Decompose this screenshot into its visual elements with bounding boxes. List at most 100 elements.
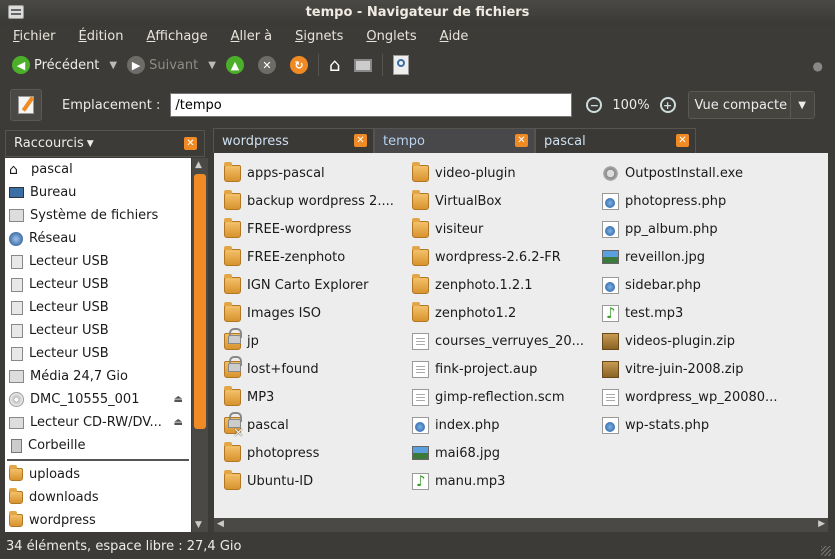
sidebar-item-cd[interactable]: DMC_10555_001 ⏏ xyxy=(5,388,191,411)
sidebar-item-media[interactable]: Média 24,7 Gio xyxy=(5,365,191,388)
zoom-level[interactable]: 100% xyxy=(612,98,649,113)
file-item[interactable]: apps-pascal xyxy=(224,161,325,185)
sidebar-item-cdrom[interactable]: Lecteur CD-RW/DV... ⏏ xyxy=(5,411,191,434)
menu-signets[interactable]: Signets xyxy=(295,29,343,44)
sidebar-item-desktop[interactable]: Bureau xyxy=(5,181,191,204)
sidebar-item-usb[interactable]: Lecteur USB xyxy=(5,250,191,273)
file-item[interactable]: photopress xyxy=(224,441,319,465)
menu-aide[interactable]: Aide xyxy=(440,29,469,44)
scroll-up-icon[interactable]: ▲ xyxy=(195,160,202,170)
sidebar-item-home[interactable]: ⌂ pascal xyxy=(5,158,191,181)
close-sidebar-icon[interactable]: ✕ xyxy=(184,137,197,150)
zoom-out-icon[interactable]: − xyxy=(586,97,603,113)
sidebar-item-usb[interactable]: Lecteur USB xyxy=(5,273,191,296)
tab-wordpress[interactable]: wordpress ✕ xyxy=(213,128,374,153)
file-item[interactable]: visiteur xyxy=(412,217,483,241)
file-item[interactable]: videos-plugin.zip xyxy=(602,329,735,353)
horizontal-scrollbar[interactable]: ◀ ▶ xyxy=(214,518,828,532)
menu-onglets[interactable]: Onglets xyxy=(366,29,416,44)
file-item[interactable]: FREE-zenphoto xyxy=(224,245,345,269)
sidebar-bookmark-downloads[interactable]: downloads xyxy=(5,486,191,509)
folder-icon xyxy=(412,301,429,322)
file-item[interactable]: Images ISO xyxy=(224,301,321,325)
location-input[interactable] xyxy=(170,93,573,117)
eject-icon[interactable]: ⏏ xyxy=(174,417,183,428)
file-item[interactable]: vitre-juin-2008.zip xyxy=(602,357,743,381)
file-item[interactable]: IGN Carto Explorer xyxy=(224,273,368,297)
file-item[interactable]: sidebar.php xyxy=(602,273,701,297)
sidebar-item-usb[interactable]: Lecteur USB xyxy=(5,319,191,342)
file-item[interactable]: video-plugin xyxy=(412,161,516,185)
close-tab-icon[interactable]: ✕ xyxy=(676,134,689,147)
file-item[interactable]: wp-stats.php xyxy=(602,413,709,437)
menu-aller-a[interactable]: Aller à xyxy=(231,29,273,44)
php-file-icon xyxy=(602,220,619,238)
view-mode-select[interactable]: Vue compacte ▼ xyxy=(687,91,815,119)
file-item[interactable]: ✕ pascal xyxy=(224,411,289,441)
menu-fichier[interactable]: Fichier xyxy=(13,29,56,44)
location-bar: Emplacement : − 100% + Vue compacte ▼ xyxy=(0,86,835,124)
back-history-dropdown-icon[interactable]: ▼ xyxy=(109,60,117,71)
menu-edition[interactable]: Édition xyxy=(79,29,124,44)
file-item[interactable]: MP3 xyxy=(224,385,274,409)
file-item[interactable]: Ubuntu-ID xyxy=(224,469,313,493)
file-item[interactable]: manu.mp3 xyxy=(412,469,505,493)
sidebar-item-label: Lecteur CD-RW/DV... xyxy=(30,415,162,430)
file-item[interactable]: index.php xyxy=(412,413,499,437)
back-button[interactable]: ◀ Précédent ▼ xyxy=(12,56,117,74)
file-item[interactable]: gimp-reflection.scm xyxy=(412,385,564,409)
up-arrow-icon[interactable]: ▲ xyxy=(225,56,244,74)
menu-affichage[interactable]: Affichage xyxy=(146,29,207,44)
file-item[interactable]: photopress.php xyxy=(602,189,726,213)
window-menu-icon[interactable] xyxy=(8,5,24,19)
file-item[interactable]: courses_verruyes_20... xyxy=(412,329,584,353)
eject-icon[interactable]: ⏏ xyxy=(174,394,183,405)
file-item[interactable]: reveillon.jpg xyxy=(602,245,705,269)
scroll-right-icon[interactable]: ▶ xyxy=(818,519,825,529)
file-item[interactable]: fink-project.aup xyxy=(412,357,537,381)
scroll-left-icon[interactable]: ◀ xyxy=(217,519,224,529)
close-tab-icon[interactable]: ✕ xyxy=(515,134,528,147)
sidebar-bookmark-wordpress[interactable]: wordpress xyxy=(5,509,191,532)
file-item[interactable]: zenphoto1.2 xyxy=(412,301,516,325)
search-icon[interactable] xyxy=(393,55,410,75)
forward-button[interactable]: ▶ Suivant ▼ xyxy=(127,56,216,74)
folder-icon xyxy=(412,161,429,182)
scroll-down-icon[interactable]: ▼ xyxy=(195,520,202,530)
tab-tempo[interactable]: tempo ✕ xyxy=(374,128,535,153)
sidebar-header[interactable]: Raccourcis ▼ ✕ xyxy=(5,130,205,157)
file-item[interactable]: OutpostInstall.exe xyxy=(602,161,743,185)
file-name: gimp-reflection.scm xyxy=(435,389,565,405)
file-item[interactable]: zenphoto.1.2.1 xyxy=(412,273,533,297)
stop-icon[interactable]: ✕ xyxy=(257,56,276,74)
zoom-in-icon[interactable]: + xyxy=(659,97,676,113)
sidebar-item-filesystem[interactable]: Système de fichiers xyxy=(5,204,191,227)
toggle-location-entry-button[interactable] xyxy=(10,89,42,121)
forward-history-dropdown-icon[interactable]: ▼ xyxy=(208,60,216,71)
sidebar-scrollbar[interactable]: ▲ ▼ xyxy=(192,158,208,532)
sidebar-bookmark-uploads[interactable]: uploads xyxy=(5,463,191,486)
sidebar-item-usb[interactable]: Lecteur USB xyxy=(5,342,191,365)
view-mode-value: Vue compacte xyxy=(694,97,788,113)
file-item[interactable]: VirtualBox xyxy=(412,189,502,213)
sidebar-item-trash[interactable]: Corbeille xyxy=(5,434,191,457)
file-item[interactable]: pp_album.php xyxy=(602,217,718,241)
file-item[interactable]: FREE-wordpress xyxy=(224,217,351,241)
file-item[interactable]: jp xyxy=(224,327,259,353)
computer-icon[interactable] xyxy=(354,58,373,72)
sidebar-item-usb[interactable]: Lecteur USB xyxy=(5,296,191,319)
tab-pascal[interactable]: pascal ✕ xyxy=(535,128,696,153)
file-view[interactable]: apps-pascal backup wordpress 2.... FREE-wo… xyxy=(214,153,828,532)
resize-grip[interactable] xyxy=(821,546,831,556)
reload-icon[interactable]: ↻ xyxy=(289,56,308,74)
file-item[interactable]: mai68.jpg xyxy=(412,441,500,465)
sidebar-scrollbar-thumb[interactable] xyxy=(194,174,206,429)
file-item[interactable]: test.mp3 xyxy=(602,301,683,325)
file-item[interactable]: backup wordpress 2.... xyxy=(224,189,394,213)
close-tab-icon[interactable]: ✕ xyxy=(354,134,367,147)
home-icon[interactable]: ⌂ xyxy=(329,55,340,76)
file-item[interactable]: lost+found xyxy=(224,355,319,381)
file-item[interactable]: wordpress-2.6.2-FR xyxy=(412,245,561,269)
file-item[interactable]: wordpress_wp_20080... xyxy=(602,385,777,409)
sidebar-item-network[interactable]: Réseau xyxy=(5,227,191,250)
